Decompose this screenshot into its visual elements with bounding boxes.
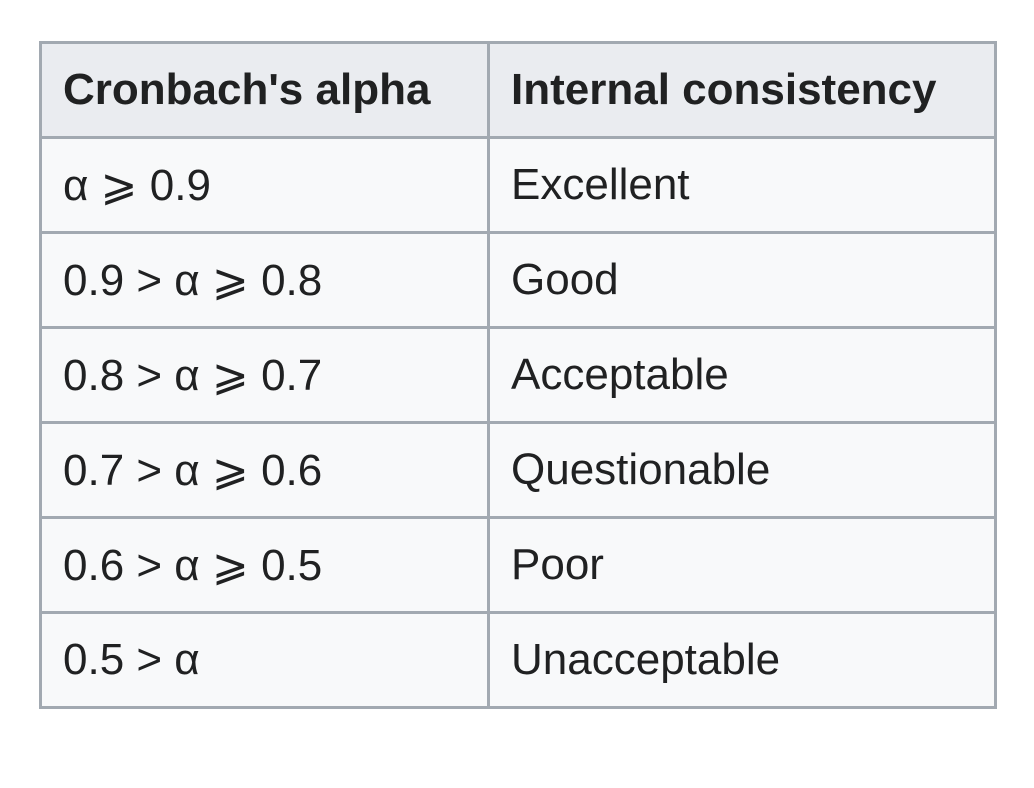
table-row: 0.5 > α Unacceptable	[39, 611, 997, 709]
alpha-range-cell: 0.7 > α ⩾ 0.6	[39, 421, 490, 519]
table-row: 0.6 > α ⩾ 0.5 Poor	[39, 516, 997, 614]
table-body: α ⩾ 0.9 Excellent 0.9 > α ⩾ 0.8 Good 0.8…	[39, 136, 997, 709]
consistency-rating-cell: Acceptable	[487, 326, 997, 424]
alpha-range-cell: 0.8 > α ⩾ 0.7	[39, 326, 490, 424]
consistency-rating-cell: Good	[487, 231, 997, 329]
column-header-internal-consistency: Internal consistency	[487, 41, 997, 139]
header-row: Cronbach's alpha Internal consistency	[39, 41, 997, 139]
consistency-rating-cell: Questionable	[487, 421, 997, 519]
table-row: 0.8 > α ⩾ 0.7 Acceptable	[39, 326, 997, 424]
table-row: α ⩾ 0.9 Excellent	[39, 136, 997, 234]
alpha-range-cell: 0.9 > α ⩾ 0.8	[39, 231, 490, 329]
consistency-rating-cell: Unacceptable	[487, 611, 997, 709]
alpha-range-cell: 0.6 > α ⩾ 0.5	[39, 516, 490, 614]
cronbach-alpha-table: Cronbach's alpha Internal consistency α …	[39, 41, 997, 709]
table-header: Cronbach's alpha Internal consistency	[39, 41, 997, 139]
column-header-cronbach-alpha: Cronbach's alpha	[39, 41, 490, 139]
table-row: 0.9 > α ⩾ 0.8 Good	[39, 231, 997, 329]
alpha-range-cell: α ⩾ 0.9	[39, 136, 490, 234]
consistency-rating-cell: Excellent	[487, 136, 997, 234]
table-row: 0.7 > α ⩾ 0.6 Questionable	[39, 421, 997, 519]
alpha-range-cell: 0.5 > α	[39, 611, 490, 709]
consistency-rating-cell: Poor	[487, 516, 997, 614]
